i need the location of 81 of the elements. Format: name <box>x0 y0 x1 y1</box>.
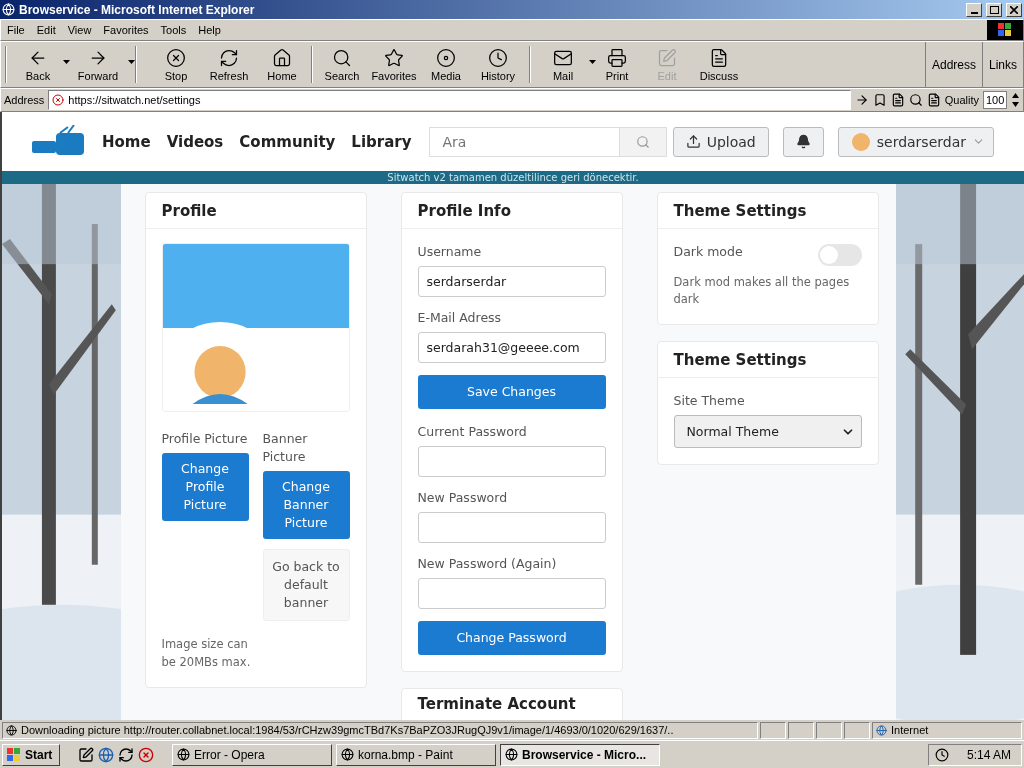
menu-item[interactable]: File <box>1 24 31 36</box>
find-icon[interactable] <box>908 93 923 107</box>
close-button[interactable] <box>1006 2 1022 17</box>
menu-item[interactable]: View <box>61 24 98 36</box>
status-pane <box>844 721 870 739</box>
taskbar-button[interactable]: Browservice - Micro... <box>500 743 660 766</box>
spinner-icon[interactable] <box>1011 92 1020 108</box>
caret-icon[interactable] <box>63 60 70 64</box>
menu-item[interactable]: Favorites <box>97 24 155 36</box>
toolbar-link[interactable]: Links <box>982 42 1023 87</box>
caret-icon[interactable] <box>589 60 596 64</box>
caret-icon[interactable] <box>128 60 135 64</box>
user-menu-button[interactable]: serdarserdar <box>837 126 994 157</box>
minimize-button[interactable] <box>966 2 982 17</box>
tray-icon[interactable] <box>934 747 949 762</box>
taskbar-button[interactable]: korna.bmp - Paint <box>336 743 496 766</box>
address-label: Address <box>4 94 45 106</box>
toolbar-button[interactable]: Back <box>11 42 65 87</box>
toolbar-button[interactable]: Home <box>257 42 307 87</box>
nav-link[interactable]: Videos <box>166 132 224 151</box>
toolbar-button[interactable]: Favorites <box>367 42 421 87</box>
minimize-icon <box>970 11 978 14</box>
toolbar-button[interactable]: Mail <box>535 42 591 87</box>
toolbar-button[interactable]: Stop <box>151 42 201 87</box>
printer-icon <box>607 47 627 68</box>
announcement-text: Sitwatch v2 tamamen düzeltilince geri dönecektir. <box>2 171 1024 184</box>
nav-link[interactable]: Library <box>351 132 412 151</box>
toolbar-button[interactable]: Search <box>317 42 367 87</box>
toolbar-link[interactable]: Address <box>924 42 982 87</box>
start-button[interactable]: Start <box>2 743 60 766</box>
stop-icon <box>166 47 186 68</box>
toolbar-button[interactable]: Print <box>592 42 642 87</box>
search-icon <box>636 134 651 149</box>
upload-button[interactable]: Upload <box>672 126 769 157</box>
quality-field[interactable]: 100 <box>983 91 1007 109</box>
toolbar-button[interactable]: Refresh <box>201 42 257 87</box>
avatar-icon <box>850 131 871 152</box>
taskbar-button[interactable]: Error - Opera <box>172 743 332 766</box>
app-icon <box>177 748 190 761</box>
status-pane <box>816 721 842 739</box>
status-pane <box>760 721 786 739</box>
app-icon <box>505 748 518 761</box>
quality-label: Quality <box>944 94 979 106</box>
clock-text: 5:14 AM <box>966 747 1011 762</box>
search-icon <box>332 47 352 68</box>
maximize-icon <box>989 5 999 14</box>
menu-item[interactable]: Edit <box>30 24 62 36</box>
address-field[interactable]: https://sitwatch.net/settings <box>48 90 851 110</box>
browser-icon[interactable] <box>98 746 114 763</box>
notifications-button[interactable] <box>782 126 824 157</box>
bookmark-icon[interactable] <box>872 93 887 107</box>
menu-item[interactable]: Tools <box>154 24 193 36</box>
home-icon <box>272 47 292 68</box>
pencil-icon <box>657 47 677 68</box>
windows-logo-icon <box>7 747 21 762</box>
toolbar-button[interactable]: Discuss <box>692 42 746 87</box>
status-text: Downloading picture http://router.collabnet.local:1984/53/rCHzw39gmcTBd7Ks7BaPZO3JRugQJ9v1/image/1/4693/0/1020/629/1637/.. <box>21 724 674 736</box>
go-icon[interactable] <box>854 93 869 107</box>
app-icon <box>341 748 354 761</box>
nav-link[interactable]: Community <box>239 132 336 151</box>
zone-text: Internet <box>891 724 929 736</box>
star-icon <box>384 47 404 68</box>
window-title: Browservice - Microsoft Internet Explorer <box>19 2 256 17</box>
clock-icon <box>488 47 508 68</box>
toolbar-button[interactable]: Media <box>421 42 471 87</box>
search-field[interactable]: Ara <box>429 126 620 157</box>
menu-item[interactable]: Help <box>192 24 227 36</box>
upload-icon <box>685 134 701 149</box>
sync-icon[interactable] <box>118 746 134 763</box>
maximize-button[interactable] <box>986 2 1002 17</box>
toolbar-button[interactable]: Forward <box>66 42 130 87</box>
windows-logo-icon <box>987 20 1023 40</box>
toolbar-button[interactable]: History <box>471 42 525 87</box>
status-pane <box>788 721 814 739</box>
globe-icon <box>876 724 887 736</box>
refresh-icon <box>219 47 239 68</box>
document-icon <box>709 47 729 68</box>
close-icon <box>1010 5 1018 14</box>
bell-icon <box>795 134 811 149</box>
disc-icon <box>436 47 456 68</box>
nav-link[interactable]: Home <box>102 132 151 151</box>
